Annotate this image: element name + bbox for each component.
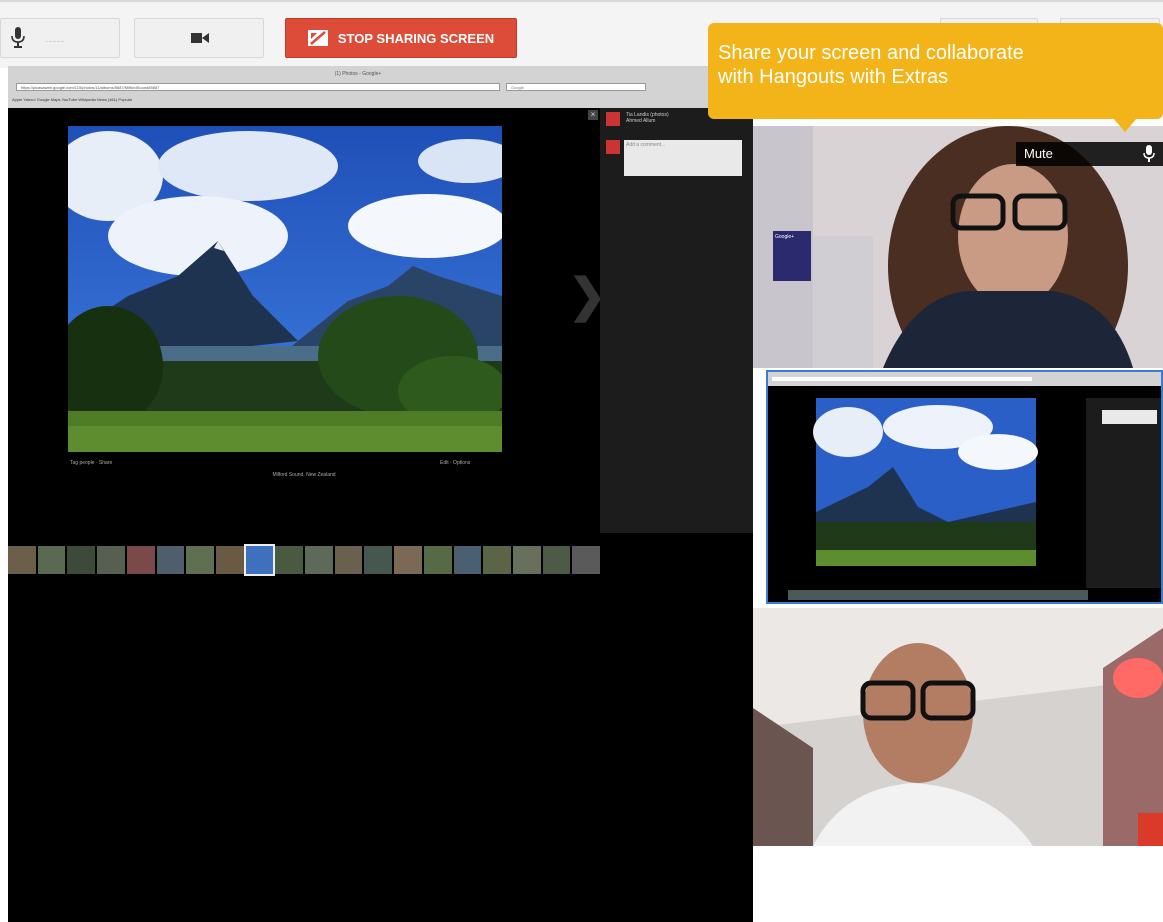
filmstrip-thumbnail[interactable] [97,546,125,574]
browser-chrome: (1) Photos - Google+ https://picasaweb.g… [8,66,753,108]
filmstrip-thumbnail-selected[interactable] [243,544,276,576]
photo-options[interactable]: Edit · Options [440,460,470,466]
filmstrip-thumbnail[interactable] [8,546,36,574]
stop-sharing-screen-button[interactable]: STOP SHARING SCREEN [285,18,517,58]
main-photo[interactable] [68,126,502,452]
shared-screen: (1) Photos - Google+ https://picasaweb.g… [8,66,753,922]
mute-button[interactable]: Mute [1016,142,1163,166]
filmstrip-thumbnail[interactable] [394,546,422,574]
video-camera-icon [191,33,209,43]
camera-button[interactable] [134,18,264,58]
mute-label: Mute [1024,146,1053,161]
filmstrip-thumbnail[interactable] [334,546,363,574]
filmstrip-thumbnail[interactable] [37,546,66,574]
tooltip-line: Share your screen and collaborate [718,42,1024,64]
participant-video-image [753,608,1163,846]
filmstrip-thumbnail[interactable] [215,546,244,574]
screen-share-thumbnail-image [768,372,1161,602]
mountain-landscape-image [68,126,502,452]
bookmarks-bar[interactable]: Apple Yahoo! Google Maps YouTube Wikiped… [12,97,132,102]
filmstrip-thumbnail[interactable] [572,546,601,574]
browser-address-bar[interactable]: https://picasaweb.google.com/115/photos/… [16,83,500,91]
microphone-icon [1143,145,1155,162]
participant-video-second[interactable] [753,608,1163,846]
tooltip-pointer [1113,118,1137,132]
mic-level-indicator: ----- [45,36,65,46]
filmstrip-thumbnail[interactable] [305,546,333,574]
filmstrip-thumbnail[interactable] [275,546,304,574]
comments-panel: × Tia Landis (photos) Ahmed Allum Add a … [588,108,753,533]
screen-share-preview-tile[interactable] [766,370,1163,604]
filmstrip-thumbnail[interactable] [67,546,96,574]
poster-sign: Google+ [775,234,795,240]
photo-actions[interactable]: Tag people · Share [70,460,112,466]
filmstrip-thumbnail[interactable] [483,546,511,574]
filmstrip-thumbnail[interactable] [453,546,482,574]
avatar [606,140,620,154]
avatar [606,112,620,126]
microphone-button[interactable]: ----- [0,18,120,58]
filmstrip-thumbnail[interactable] [156,546,185,574]
browser-window-title: (1) Photos - Google+ [334,71,382,77]
comment-detail: Ahmed Allum [626,118,656,124]
comment-input[interactable]: Add a comment... [624,140,742,176]
photo-caption: Milford Sound, New Zealand [272,472,336,478]
photo-viewer: Tag people · Share Edit · Options Milfor… [8,108,607,576]
filmstrip-thumbnail[interactable] [186,546,214,574]
filmstrip-thumbnail[interactable] [512,546,541,574]
browser-search-box[interactable]: Google [506,83,646,91]
screen-share-off-icon [307,30,328,46]
stop-sharing-label: STOP SHARING SCREEN [337,30,495,46]
filmstrip-thumbnail[interactable] [364,546,393,574]
extras-tooltip: Share your screen and collaborate with H… [708,23,1163,119]
filmstrip-thumbnail[interactable] [126,546,155,574]
filmstrip-thumbnail[interactable] [423,546,452,574]
filmstrip-thumbnail[interactable] [542,546,571,574]
microphone-icon [11,27,25,48]
photo-filmstrip [8,544,601,576]
close-icon[interactable]: × [588,110,598,120]
tooltip-line: with Hangouts with Extras [718,66,949,88]
